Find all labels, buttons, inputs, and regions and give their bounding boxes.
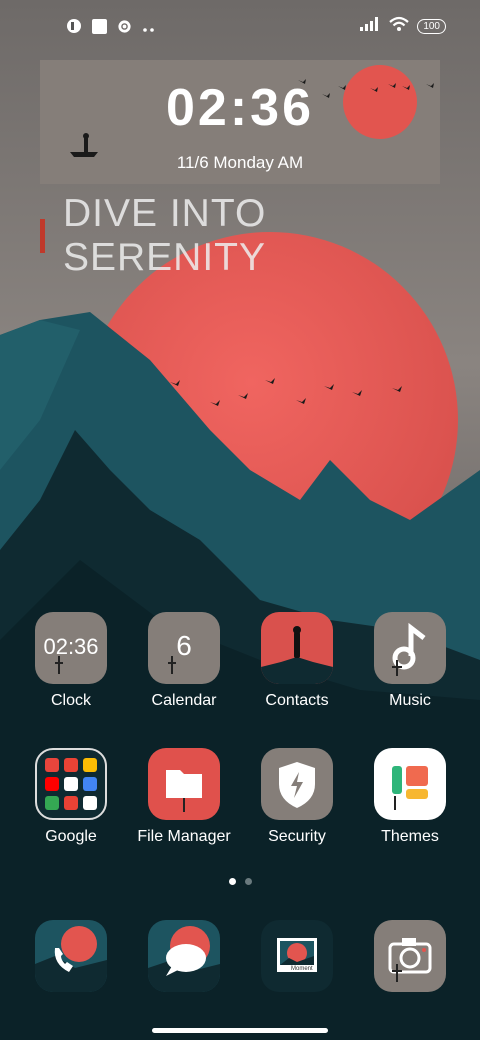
wifi-icon (389, 16, 410, 37)
tagline-text: DIVE INTO SERENITY (62, 192, 267, 279)
app-file-manager[interactable]: File Manager (129, 748, 239, 846)
app-label-contacts: Contacts (265, 692, 329, 709)
dock-phone[interactable] (16, 920, 126, 992)
camera-icon (374, 920, 446, 992)
app-calendar[interactable]: 6 Calendar (129, 612, 239, 710)
google-folder-icon (35, 748, 107, 820)
security-app-icon (261, 748, 333, 820)
app-label-google: Google (45, 828, 97, 845)
page-indicator (0, 878, 480, 885)
app-music[interactable]: Music (355, 612, 465, 710)
messages-icon (148, 920, 220, 992)
clock-icon-time: 02:36 (43, 634, 99, 659)
battery-icon: 100 (417, 19, 446, 34)
dock-camera[interactable] (355, 920, 465, 992)
gallery-icon-label: Moment (291, 966, 313, 972)
calendar-icon-day: 6 (176, 630, 192, 661)
music-app-icon (374, 612, 446, 684)
contacts-app-icon (261, 612, 333, 684)
clock-app-icon: 02:36 (35, 612, 107, 684)
widget-time: 02:36 (166, 79, 314, 137)
tagline-accent-bar (40, 219, 45, 253)
themes-app-icon (374, 748, 446, 820)
app-security[interactable]: Security (242, 748, 352, 846)
widget-date: 11/6 Monday AM (176, 153, 304, 172)
app-label-music: Music (389, 692, 431, 709)
page-dot[interactable] (244, 878, 252, 885)
dock-gallery[interactable]: Moment (242, 920, 352, 992)
app-notification-icon (66, 18, 82, 39)
settings-gear-icon (117, 19, 132, 39)
app-clock[interactable]: 02:36 Clock (16, 612, 126, 710)
app-themes[interactable]: Themes (355, 748, 465, 846)
phone-icon (35, 920, 107, 992)
calendar-app-icon: 6 (148, 612, 220, 684)
home-gesture-bar[interactable] (152, 1028, 328, 1033)
gallery-icon: Moment (261, 920, 333, 992)
signal-icon (359, 17, 381, 36)
app-label-security: Security (268, 828, 326, 845)
dock-messages[interactable] (129, 920, 239, 992)
app-contacts[interactable]: Contacts (242, 612, 352, 710)
tagline: DIVE INTO SERENITY (40, 192, 480, 279)
app-label-themes: Themes (381, 828, 439, 845)
file-manager-app-icon (148, 748, 220, 820)
clock-widget[interactable]: 02:36 11/6 Monday AM (40, 60, 440, 184)
app-label-clock: Clock (50, 692, 91, 709)
app-label-file-manager: File Manager (137, 828, 231, 845)
more-dots-icon (142, 20, 156, 38)
status-right: 100 (359, 16, 446, 37)
page-dot-active[interactable] (228, 878, 236, 885)
status-left (66, 18, 156, 39)
status-bar: 100 (0, 0, 480, 56)
white-square-icon (92, 18, 107, 39)
app-label-calendar: Calendar (151, 692, 217, 709)
app-google-folder[interactable]: Google (16, 748, 126, 846)
